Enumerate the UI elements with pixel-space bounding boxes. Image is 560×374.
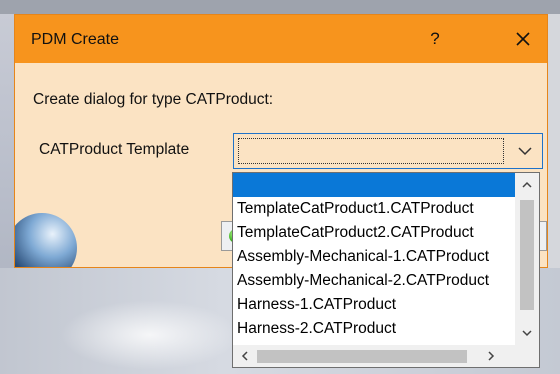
dropdown-option-empty-selected[interactable] [233,173,515,197]
dropdown-option[interactable]: Harness-2.CATProduct [237,317,515,341]
background-right-strip [548,14,560,268]
dropdown-option[interactable]: Assembly-Mechanical-1.CATProduct [237,245,515,269]
dropdown-option[interactable]: TemplateCatProduct2.CATProduct [237,221,515,245]
dropdown-option[interactable]: TemplateCatProduct1.CATProduct [237,197,515,221]
chevron-down-icon[interactable] [516,143,534,159]
dialog-prompt: Create dialog for type CATProduct: [33,91,274,108]
close-button[interactable] [509,25,537,53]
chevron-down-icon [522,330,532,337]
template-dropdown-list[interactable]: TemplateCatProduct1.CATProduct TemplateC… [232,172,540,368]
planet-logo-icon [15,213,77,267]
dialog-title: PDM Create [31,31,120,48]
scrollbar-corner [515,345,539,367]
template-combobox[interactable] [233,133,543,169]
chevron-left-icon [241,351,248,361]
help-button[interactable]: ? [421,25,449,53]
vertical-scroll-thumb[interactable] [520,200,534,310]
help-icon: ? [430,29,440,48]
desktop-background: PDM Create ? Create dialog for type CATP… [0,0,560,374]
template-combobox-value [238,138,504,164]
background-top-strip [0,0,560,14]
dialog-titlebar[interactable]: PDM Create ? [15,15,547,63]
close-icon [516,32,530,46]
dropdown-option[interactable]: Assembly-Mechanical-2.CATProduct [237,269,515,293]
chevron-up-icon [522,181,532,188]
dropdown-option[interactable]: Harness-1.CATProduct [237,293,515,317]
horizontal-scroll-thumb[interactable] [257,350,467,363]
template-label: CATProduct Template [39,141,190,158]
scroll-up-button[interactable] [515,173,539,197]
chevron-right-icon [488,351,495,361]
scroll-left-button[interactable] [233,344,257,367]
scroll-right-button[interactable] [479,344,503,367]
background-glow [60,300,240,370]
scroll-down-button[interactable] [515,321,539,345]
